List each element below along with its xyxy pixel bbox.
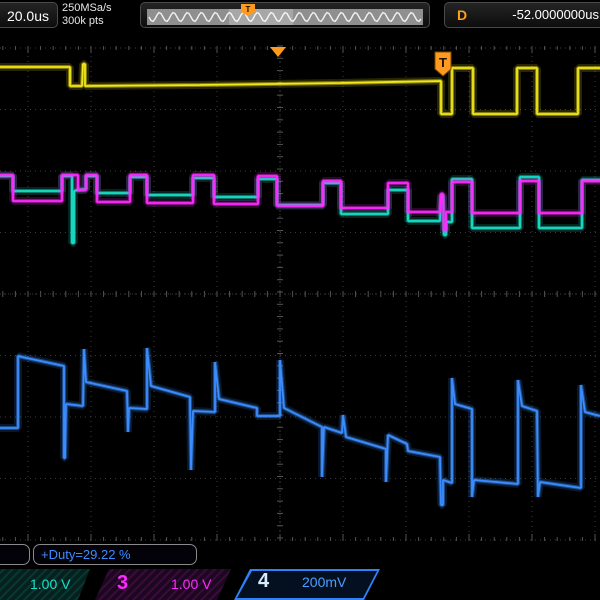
measurement-box-partial[interactable] xyxy=(0,544,30,565)
waveform-ch1-yellow xyxy=(0,60,600,118)
channel-3-box[interactable]: 3 1.00 V xyxy=(95,569,231,600)
timebase-value: 20.0us xyxy=(6,8,49,24)
oscilloscope-screen: T 20.0us 250MSa/s 300k pts T D -52.00000… xyxy=(0,0,600,600)
channel-2-box[interactable]: 1.00 V xyxy=(0,569,90,600)
duty-measurement-value: +Duty=29.22 % xyxy=(41,547,131,562)
timebase-box[interactable]: 20.0us xyxy=(0,2,58,28)
channel-3-number: 3 xyxy=(117,572,129,594)
delay-box[interactable]: D -52.0000000us xyxy=(444,2,600,28)
acquisition-info: 250MSa/s 300k pts xyxy=(62,2,112,28)
channel-4-number: 4 xyxy=(258,570,270,592)
waveform-display: T xyxy=(0,45,600,541)
delay-value: -52.0000000us xyxy=(512,7,599,22)
channel-2-scale: 1.00 V xyxy=(30,576,71,592)
trigbar-flag-label: T xyxy=(246,5,251,14)
channel-status-bar: 1.00 V 3 1.00 V 4 200mV xyxy=(0,569,600,600)
channel-4-scale: 200mV xyxy=(302,574,347,590)
waveform-traces xyxy=(0,60,600,509)
duty-measurement-box[interactable]: +Duty=29.22 % xyxy=(33,544,197,565)
trigger-flag-label: T xyxy=(439,55,447,70)
display-window-region xyxy=(229,9,293,25)
memory-depth: 300k pts xyxy=(62,15,104,27)
waveform-ch3-magenta xyxy=(0,171,600,234)
channel-3-scale: 1.00 V xyxy=(171,576,212,592)
graticule xyxy=(0,45,600,541)
delay-label: D xyxy=(457,7,468,23)
waveform-ch4-blue xyxy=(0,347,600,507)
dc-coupling-icon xyxy=(278,578,292,586)
timebase-position-graphic: T xyxy=(147,4,423,25)
dc-coupling-icon xyxy=(147,580,161,588)
channel-4-box[interactable]: 4 200mV xyxy=(234,569,380,600)
time-reference-marker[interactable] xyxy=(270,47,286,57)
timebase-position-bar[interactable]: T xyxy=(140,2,430,28)
sample-rate: 250MSa/s xyxy=(62,2,112,14)
top-status-bar: 20.0us 250MSa/s 300k pts T D -52.0000000… xyxy=(0,0,600,33)
